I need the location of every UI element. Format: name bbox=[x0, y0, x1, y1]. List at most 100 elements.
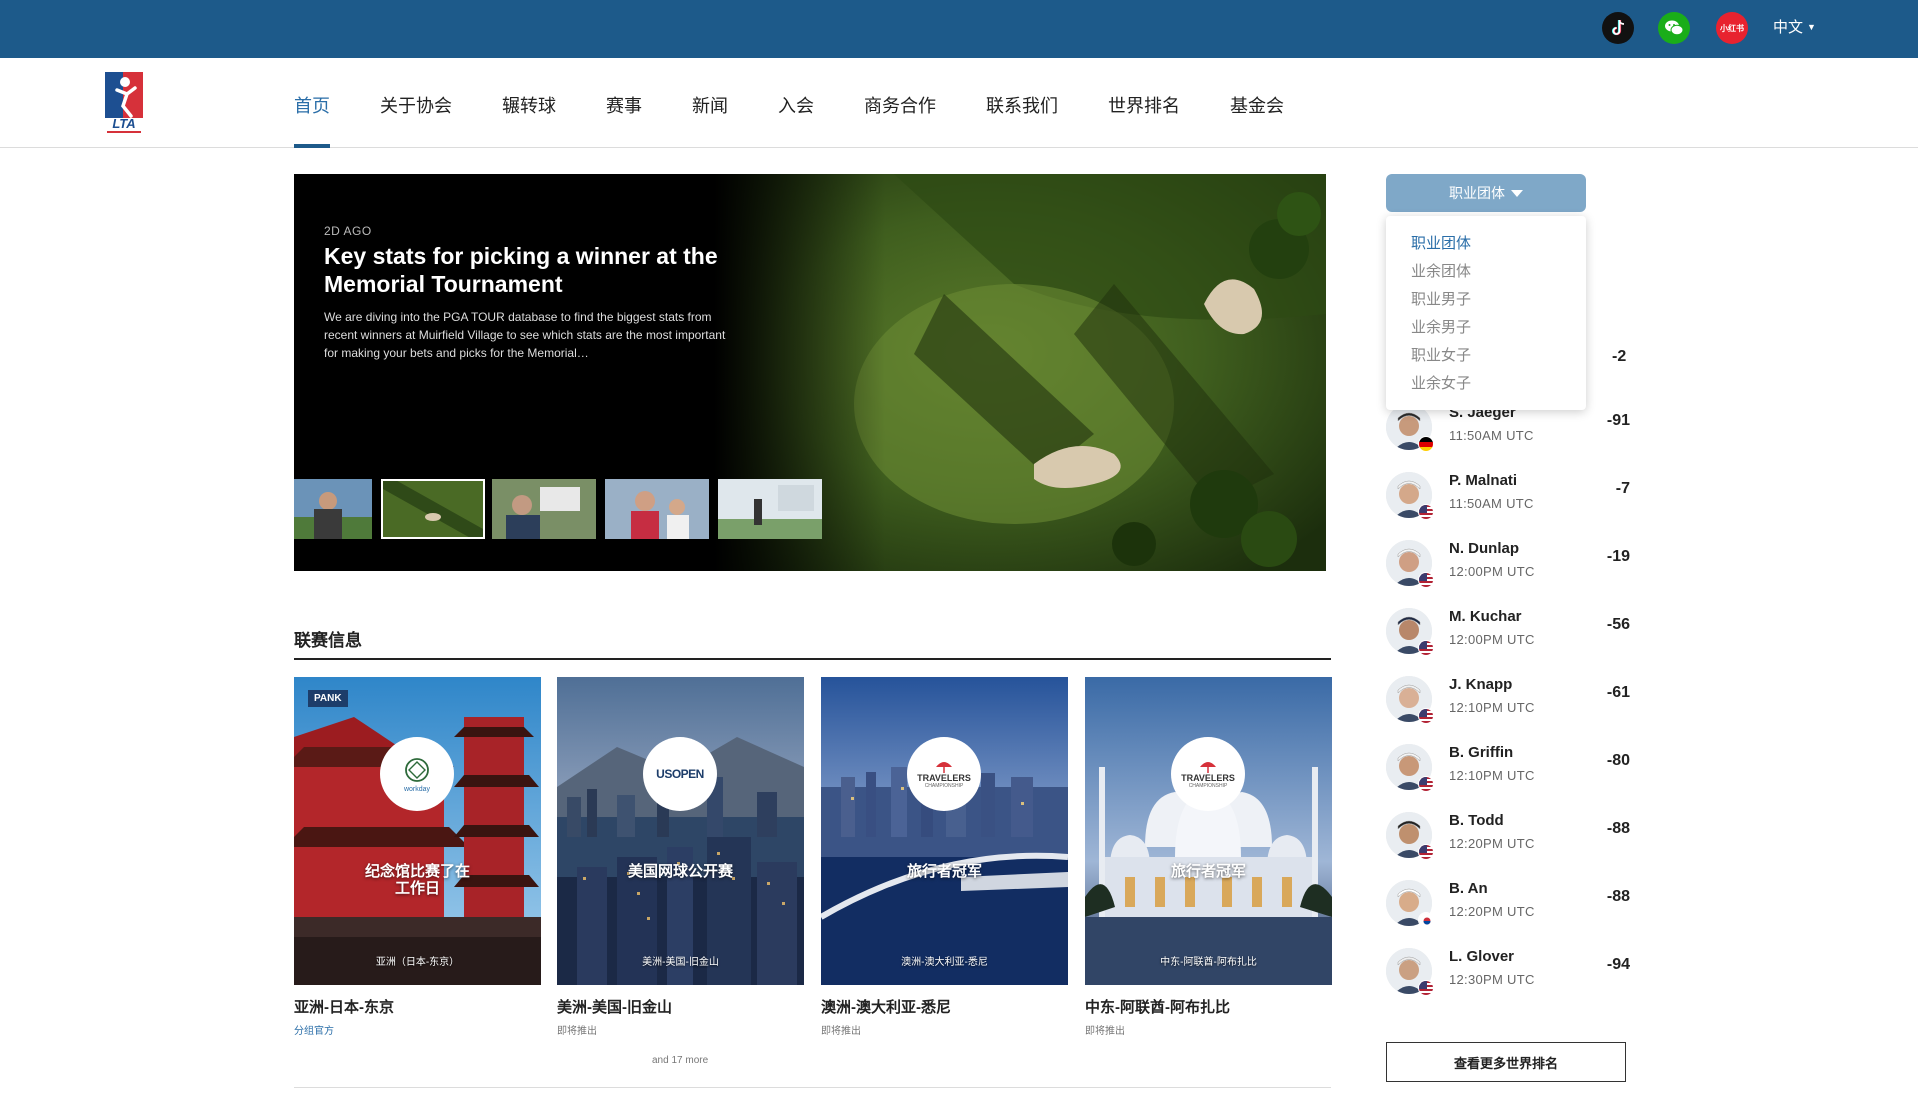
league-name: 美国网球公开赛 bbox=[627, 863, 733, 880]
nav-news[interactable]: 新闻 bbox=[692, 92, 728, 118]
league-location: 美洲-美国-旧金山 bbox=[642, 957, 719, 968]
chevron-down-icon: ▼ bbox=[1807, 21, 1816, 32]
league-card-san-francisco[interactable]: USOPEN 美国网球公开赛 美洲-美国-旧金山 bbox=[557, 677, 804, 985]
player-score: -91 bbox=[1606, 412, 1630, 429]
menu-item-amateur-men[interactable]: 业余男子 bbox=[1386, 314, 1586, 342]
lta-logo[interactable]: LTA bbox=[103, 70, 145, 136]
us-flag-icon bbox=[1418, 844, 1434, 860]
player-name[interactable]: M. Kuchar bbox=[1449, 608, 1522, 625]
league-name: 旅行者冠军 bbox=[906, 863, 982, 880]
league-location: 亚洲（日本-东京） bbox=[375, 957, 460, 968]
top-bar: 小红书 中文 ▼ bbox=[0, 0, 1918, 58]
player-name[interactable]: B. Todd bbox=[1449, 812, 1504, 829]
menu-item-pro-men[interactable]: 职业男子 bbox=[1386, 286, 1586, 314]
thumbnail-2-selected[interactable] bbox=[381, 479, 485, 539]
ranking-category-dropdown[interactable]: 职业团体 bbox=[1386, 174, 1586, 212]
league-card-tokyo[interactable]: PANK workday 纪念馆比赛了在工作日 亚洲（日本-东京） bbox=[294, 677, 541, 985]
nav-join[interactable]: 入会 bbox=[778, 92, 814, 118]
nav-home[interactable]: 首页 bbox=[294, 92, 330, 118]
hero-carousel[interactable]: 2D AGO Key stats for picking a winner at… bbox=[294, 174, 1326, 571]
us-flag-icon bbox=[1418, 708, 1434, 724]
tokyo-temple-image bbox=[294, 677, 541, 985]
player-name[interactable]: B. Griffin bbox=[1449, 744, 1513, 761]
thumbnail-3[interactable] bbox=[492, 479, 596, 539]
menu-item-amateur-team[interactable]: 业余团体 bbox=[1386, 258, 1586, 286]
league-caption-san-francisco[interactable]: 美洲-美国-旧金山 bbox=[557, 996, 672, 1017]
de-flag-icon bbox=[1418, 436, 1434, 452]
tiktok-icon[interactable] bbox=[1602, 12, 1634, 44]
language-selector[interactable]: 中文 ▼ bbox=[1773, 16, 1816, 37]
hero-title[interactable]: Key stats for picking a winner at the Me… bbox=[324, 242, 754, 298]
player-row[interactable]: L. Glover 12:30PM UTC -94 bbox=[1386, 948, 1630, 998]
league-sub-tokyo[interactable]: 分组官方 bbox=[294, 1022, 334, 1037]
player-tee-time: 11:50AM UTC bbox=[1449, 496, 1534, 511]
more-leagues-link[interactable]: and 17 more bbox=[652, 1055, 708, 1066]
league-caption-abu-dhabi[interactable]: 中东-阿联酋-阿布扎比 bbox=[1085, 996, 1230, 1017]
us-flag-icon bbox=[1418, 504, 1434, 520]
player-row[interactable]: J. Knapp 12:10PM UTC -61 bbox=[1386, 676, 1630, 726]
partially-hidden-score: -2 bbox=[1612, 348, 1627, 365]
thumbnail-1[interactable] bbox=[294, 479, 372, 539]
player-row[interactable]: S. Jaeger 11:50AM UTC -91 bbox=[1386, 404, 1630, 454]
player-score: -19 bbox=[1606, 548, 1630, 565]
player-name[interactable]: J. Knapp bbox=[1449, 676, 1512, 693]
nav-active-indicator bbox=[294, 144, 330, 148]
thumbnail-4[interactable] bbox=[605, 479, 709, 539]
player-tee-time: 11:50AM UTC bbox=[1449, 428, 1534, 443]
kr-flag-icon bbox=[1418, 912, 1434, 928]
league-card-abu-dhabi[interactable]: TRAVELERS CHAMPIONSHIP 旅行者冠军 中东-阿联酋-阿布扎比 bbox=[1085, 677, 1332, 985]
us-flag-icon bbox=[1418, 572, 1434, 588]
player-row[interactable]: P. Malnati 11:50AM UTC -7 bbox=[1386, 472, 1630, 522]
nav-about[interactable]: 关于协会 bbox=[380, 92, 452, 118]
travelers-logo-subtext: CHAMPIONSHIP bbox=[1188, 783, 1228, 789]
player-row[interactable]: B. An 12:20PM UTC -88 bbox=[1386, 880, 1630, 930]
player-score: -88 bbox=[1606, 820, 1630, 837]
player-score: -88 bbox=[1606, 888, 1630, 905]
city-skyline-image bbox=[557, 677, 804, 985]
nav-contact[interactable]: 联系我们 bbox=[986, 92, 1058, 118]
hero-description: We are diving into the PGA TOUR database… bbox=[324, 310, 726, 360]
nav-world-ranking[interactable]: 世界排名 bbox=[1108, 92, 1180, 118]
player-row[interactable]: M. Kuchar 12:00PM UTC -56 bbox=[1386, 608, 1630, 658]
player-row[interactable]: B. Todd 12:20PM UTC -88 bbox=[1386, 812, 1630, 862]
player-row[interactable]: N. Dunlap 12:00PM UTC -19 bbox=[1386, 540, 1630, 590]
section-bottom-divider bbox=[294, 1087, 1331, 1088]
player-row[interactable]: B. Griffin 12:10PM UTC -80 bbox=[1386, 744, 1630, 794]
pank-badge: PANK bbox=[308, 690, 348, 707]
us-flag-icon bbox=[1418, 980, 1434, 996]
travelers-logo: TRAVELERS CHAMPIONSHIP bbox=[1171, 737, 1245, 811]
language-label: 中文 bbox=[1773, 19, 1804, 36]
player-tee-time: 12:10PM UTC bbox=[1449, 768, 1535, 783]
xiaohongshu-label: 小红书 bbox=[1720, 23, 1744, 33]
league-sub-san-francisco: 即将推出 bbox=[557, 1026, 597, 1037]
xiaohongshu-icon[interactable]: 小红书 bbox=[1716, 12, 1748, 44]
travelers-logo-text: TRAVELERS bbox=[1181, 773, 1235, 783]
player-name[interactable]: L. Glover bbox=[1449, 948, 1514, 965]
ranking-category-menu: 职业团体 业余团体 职业男子 业余男子 职业女子 业余女子 bbox=[1386, 216, 1586, 410]
nav-foundation[interactable]: 基金会 bbox=[1230, 92, 1284, 118]
league-card-sydney[interactable]: TRAVELERS CHAMPIONSHIP 旅行者冠军 澳洲-澳大利亚-悉尼 bbox=[821, 677, 1068, 985]
player-name[interactable]: P. Malnati bbox=[1449, 472, 1517, 489]
league-section-title: 联赛信息 bbox=[294, 631, 362, 650]
mosque-image bbox=[1085, 677, 1332, 985]
league-location: 中东-阿联酋-阿布扎比 bbox=[1160, 957, 1257, 968]
league-caption-tokyo[interactable]: 亚洲-日本-东京 bbox=[294, 996, 394, 1017]
view-more-ranking-button[interactable]: 查看更多世界排名 bbox=[1386, 1042, 1626, 1082]
menu-item-pro-women[interactable]: 职业女子 bbox=[1386, 342, 1586, 370]
usopen-logo: USOPEN bbox=[643, 737, 717, 811]
wechat-icon[interactable] bbox=[1658, 12, 1690, 44]
menu-item-amateur-women[interactable]: 业余女子 bbox=[1386, 370, 1586, 398]
player-score: -7 bbox=[1615, 480, 1630, 497]
nav-ball[interactable]: 辗转球 bbox=[502, 92, 556, 118]
menu-item-pro-team[interactable]: 职业团体 bbox=[1386, 230, 1586, 258]
league-location: 澳洲-澳大利亚-悉尼 bbox=[901, 957, 988, 968]
usopen-logo-text: USOPEN bbox=[656, 767, 704, 781]
thumbnail-5[interactable] bbox=[718, 479, 822, 539]
nav-business[interactable]: 商务合作 bbox=[864, 92, 936, 118]
player-name[interactable]: B. An bbox=[1449, 880, 1488, 897]
player-score: -61 bbox=[1606, 684, 1630, 701]
player-name[interactable]: N. Dunlap bbox=[1449, 540, 1519, 557]
nav-events[interactable]: 赛事 bbox=[606, 92, 642, 118]
player-score: -80 bbox=[1606, 752, 1630, 769]
league-caption-sydney[interactable]: 澳洲-澳大利亚-悉尼 bbox=[821, 996, 951, 1017]
